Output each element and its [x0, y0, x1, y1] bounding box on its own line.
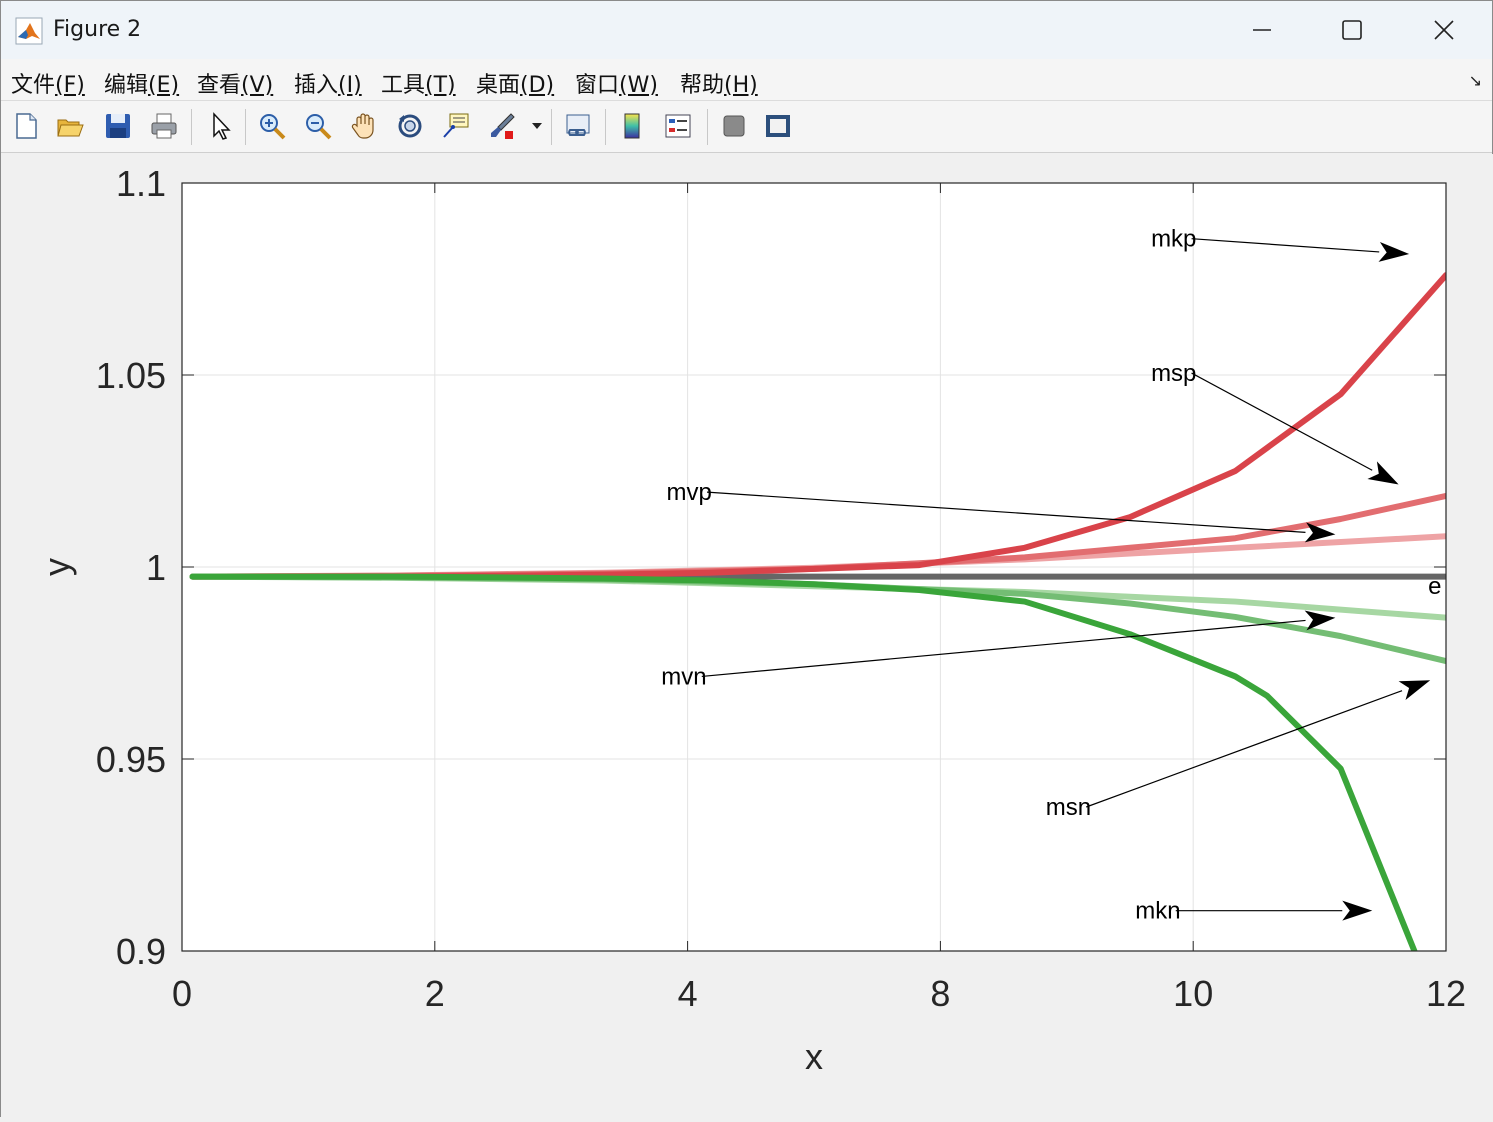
print-button[interactable] — [147, 109, 181, 143]
minimize-button[interactable] — [1215, 1, 1307, 59]
menu-window[interactable]: 窗口(W) — [575, 67, 658, 99]
menu-view[interactable]: 查看(V) — [197, 67, 273, 99]
close-button[interactable] — [1398, 1, 1490, 59]
figure-canvas: mkp msp mvp e mvn msn mkn 0 2 4 8 10 12 0.9 0.95 1 1.05… — [1, 154, 1493, 1118]
x-tick-label: 2 — [425, 973, 445, 1014]
colorbar-icon — [624, 113, 640, 139]
close-icon — [1434, 20, 1454, 40]
zoom-in-button[interactable] — [255, 109, 289, 143]
brush-icon — [491, 113, 515, 139]
menu-tools[interactable]: 工具(T) — [381, 67, 456, 99]
legend-button[interactable] — [661, 109, 695, 143]
window-title: Figure 2 — [53, 17, 142, 42]
x-tick-label: 4 — [678, 973, 698, 1014]
open-file-button[interactable] — [53, 109, 87, 143]
matlab-logo-icon — [15, 17, 43, 45]
figure-window: Figure 2 文件(F) 编辑(E) 查看(V) 插入(I) 工具(T) 桌… — [0, 0, 1493, 1118]
annotation-label-msp[interactable]: msp — [1151, 360, 1196, 387]
legend-icon — [665, 114, 691, 138]
new-figure-icon — [16, 113, 37, 139]
colorbar-button[interactable] — [615, 109, 649, 143]
x-tick-label: 10 — [1173, 973, 1213, 1014]
dropdown-arrow-icon — [532, 123, 542, 129]
x-tick-label: 8 — [930, 973, 950, 1014]
rotate-3d-icon — [398, 114, 422, 138]
x-tick-label: 12 — [1426, 973, 1466, 1014]
annotation-label-msn[interactable]: msn — [1046, 794, 1091, 821]
toolbar-separator — [605, 109, 606, 145]
toolbar-separator — [707, 109, 708, 145]
save-icon — [106, 114, 130, 138]
maximize-icon — [1342, 20, 1362, 40]
menu-bar: 文件(F) 编辑(E) 查看(V) 插入(I) 工具(T) 桌面(D) 窗口(W… — [1, 59, 1492, 101]
x-axis-label: x — [805, 1036, 823, 1077]
hide-plot-tools-button[interactable] — [717, 109, 751, 143]
brush-dropdown-button[interactable] — [527, 109, 547, 143]
zoom-in-icon — [260, 114, 286, 140]
dock-figure-icon[interactable]: ↘ — [1469, 71, 1482, 90]
x-tick-label: 0 — [172, 973, 192, 1014]
save-button[interactable] — [101, 109, 135, 143]
data-cursor-button[interactable] — [439, 109, 473, 143]
menu-file[interactable]: 文件(F) — [11, 67, 85, 99]
data-cursor-icon — [443, 113, 469, 138]
y-tick-label: 1 — [146, 547, 166, 588]
annotation-label-mkp[interactable]: mkp — [1151, 226, 1196, 253]
menu-desktop[interactable]: 桌面(D) — [476, 67, 554, 99]
pan-button[interactable] — [347, 109, 381, 143]
figure-toolbar — [1, 101, 1492, 153]
print-icon — [151, 113, 177, 139]
toolbar-separator — [551, 109, 552, 145]
zoom-out-icon — [306, 114, 332, 140]
y-axis-label: y — [36, 558, 77, 576]
y-tick-label: 1.05 — [96, 355, 166, 396]
hide-plot-tools-icon — [723, 115, 745, 137]
y-tick-label: 1.1 — [116, 163, 166, 204]
menu-help[interactable]: 帮助(H) — [680, 67, 758, 99]
brush-button[interactable] — [485, 109, 519, 143]
menu-insert[interactable]: 插入(I) — [294, 67, 362, 99]
menu-edit[interactable]: 编辑(E) — [104, 67, 179, 99]
y-tick-label: 0.95 — [96, 739, 166, 780]
toolbar-separator — [191, 109, 192, 145]
new-figure-button[interactable] — [9, 109, 43, 143]
show-plot-tools-button[interactable] — [761, 109, 795, 143]
pan-hand-icon — [351, 113, 374, 139]
annotation-label-e[interactable]: e — [1428, 573, 1441, 600]
annotation-label-mvn[interactable]: mvn — [661, 663, 706, 690]
title-bar: Figure 2 — [1, 1, 1492, 59]
link-plot-button[interactable] — [561, 109, 595, 143]
zoom-out-button[interactable] — [301, 109, 335, 143]
link-plot-icon — [566, 114, 590, 136]
annotation-label-mkn[interactable]: mkn — [1135, 898, 1180, 925]
pointer-icon — [213, 112, 231, 140]
open-file-icon — [57, 119, 84, 137]
toolbar-separator — [245, 109, 246, 145]
annotation-label-mvp[interactable]: mvp — [667, 479, 712, 506]
minimize-icon — [1253, 29, 1271, 31]
maximize-button[interactable] — [1306, 1, 1398, 59]
line-chart[interactable]: mkp msp mvp e mvn msn mkn 0 2 4 8 10 12 0.9 0.95 1 1.05… — [1, 154, 1493, 1118]
pointer-button[interactable] — [203, 109, 237, 143]
y-tick-label: 0.9 — [116, 931, 166, 972]
rotate-3d-button[interactable] — [393, 109, 427, 143]
show-plot-tools-icon — [766, 115, 790, 137]
